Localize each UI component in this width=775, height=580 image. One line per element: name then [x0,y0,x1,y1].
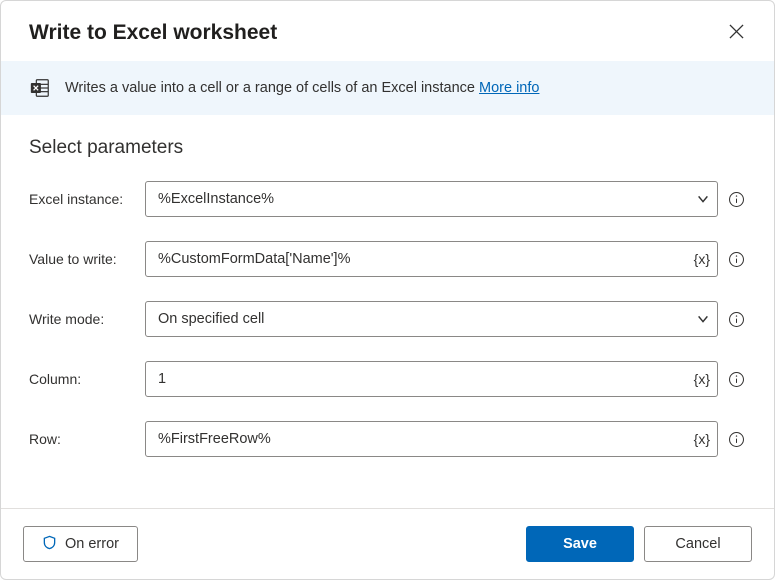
content-area: Select parameters Excel instance: Value … [1,115,774,508]
variable-picker-icon[interactable]: {x} [694,431,710,447]
label-row: Row: [29,431,137,447]
save-button[interactable]: Save [526,526,634,562]
shield-icon [42,535,57,554]
dialog: Write to Excel worksheet Writes a value … [0,0,775,580]
dialog-header: Write to Excel worksheet [1,1,774,61]
on-error-button[interactable]: On error [23,526,138,562]
field-write-mode: Write mode: [29,301,746,337]
label-write-mode: Write mode: [29,311,137,327]
control-value-to-write: {x} [145,241,718,277]
excel-icon [29,77,51,99]
info-icon-write-mode[interactable] [726,309,746,329]
write-mode-select[interactable] [145,301,718,337]
close-button[interactable] [722,19,750,47]
control-column: {x} [145,361,718,397]
info-icon-value-to-write[interactable] [726,249,746,269]
info-bar: Writes a value into a cell or a range of… [1,61,774,115]
variable-picker-icon[interactable]: {x} [694,251,710,267]
label-value-to-write: Value to write: [29,251,137,267]
info-icon-column[interactable] [726,369,746,389]
field-column: Column: {x} [29,361,746,397]
control-write-mode [145,301,718,337]
label-column: Column: [29,371,137,387]
field-value-to-write: Value to write: {x} [29,241,746,277]
field-row: Row: {x} [29,421,746,457]
on-error-label: On error [65,536,119,552]
column-input[interactable] [145,361,718,397]
control-excel-instance [145,181,718,217]
dialog-footer: On error Save Cancel [1,508,774,579]
close-icon [729,24,744,42]
more-info-link[interactable]: More info [479,80,539,96]
info-text-wrap: Writes a value into a cell or a range of… [65,80,539,96]
dialog-title: Write to Excel worksheet [29,21,277,45]
control-row: {x} [145,421,718,457]
field-excel-instance: Excel instance: [29,181,746,217]
save-label: Save [563,536,597,552]
value-to-write-input[interactable] [145,241,718,277]
info-icon-excel-instance[interactable] [726,189,746,209]
row-input[interactable] [145,421,718,457]
cancel-label: Cancel [675,536,720,552]
cancel-button[interactable]: Cancel [644,526,752,562]
footer-right: Save Cancel [526,526,752,562]
info-text: Writes a value into a cell or a range of… [65,80,479,96]
section-title: Select parameters [29,137,746,159]
label-excel-instance: Excel instance: [29,191,137,207]
variable-picker-icon[interactable]: {x} [694,371,710,387]
excel-instance-select[interactable] [145,181,718,217]
info-icon-row[interactable] [726,429,746,449]
